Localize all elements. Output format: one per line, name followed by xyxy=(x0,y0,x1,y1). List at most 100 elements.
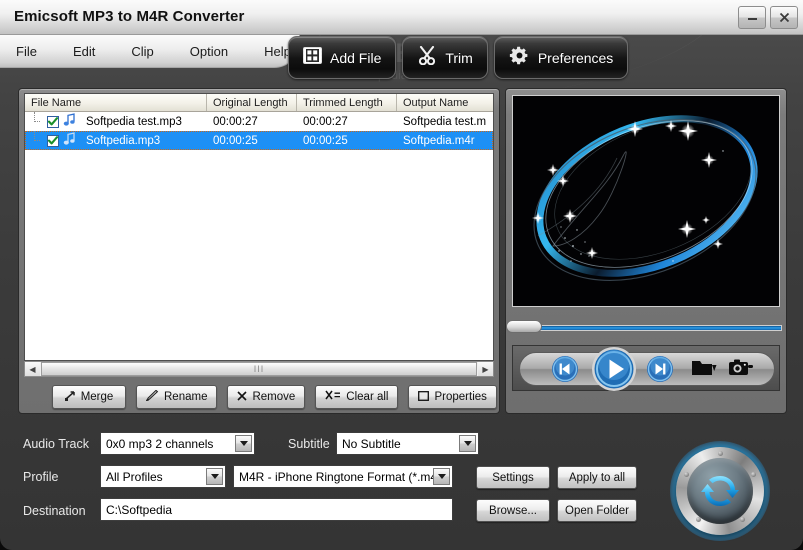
merge-label: Merge xyxy=(80,391,114,403)
previous-button[interactable] xyxy=(551,355,579,388)
subtitle-select[interactable]: No Subtitle xyxy=(336,432,479,455)
settings-button[interactable]: Settings xyxy=(476,466,550,489)
subtitle-value: No Subtitle xyxy=(342,436,401,451)
scroll-right-arrow-icon[interactable]: ▶ xyxy=(478,362,493,376)
preview-artwork xyxy=(513,96,779,306)
merge-icon xyxy=(64,390,76,404)
table-row[interactable]: Softpedia.mp3 00:00:25 00:00:25 Softpedi… xyxy=(25,131,493,150)
check-icon xyxy=(48,117,58,126)
screw-icon xyxy=(740,517,745,522)
subtitle-label: Subtitle xyxy=(288,437,330,451)
application-window: Emicsoft MP3 to M4R Converter File Edit … xyxy=(0,0,803,550)
scroll-left-arrow-icon[interactable]: ◀ xyxy=(25,362,40,376)
tree-connector-icon xyxy=(27,112,43,131)
merge-button[interactable]: Merge xyxy=(52,385,126,409)
horizontal-scrollbar[interactable]: ◀ III ▶ xyxy=(24,361,494,377)
menu-item-file[interactable]: File xyxy=(8,35,45,68)
audio-track-select[interactable]: 0x0 mp3 2 channels xyxy=(100,432,255,455)
video-preview-screen[interactable] xyxy=(512,95,780,307)
open-folder-settings-button[interactable]: Open Folder xyxy=(557,499,637,522)
column-header-output-name[interactable]: Output Name xyxy=(397,94,493,111)
clear-all-label: Clear all xyxy=(346,391,389,403)
row-checkbox[interactable] xyxy=(47,134,59,147)
browse-button[interactable]: Browse... xyxy=(476,499,550,522)
next-button[interactable] xyxy=(646,355,674,388)
window-title: Emicsoft MP3 to M4R Converter xyxy=(14,8,245,25)
close-icon xyxy=(779,12,789,23)
row-trimmed-length: 00:00:25 xyxy=(303,134,348,147)
pencil-icon xyxy=(145,389,159,404)
destination-input[interactable]: C:\Softpedia xyxy=(100,498,453,521)
film-strip-icon xyxy=(303,46,322,69)
row-trimmed-length: 00:00:27 xyxy=(303,115,348,128)
menu-item-edit[interactable]: Edit xyxy=(65,35,103,68)
audio-track-label: Audio Track xyxy=(23,437,90,451)
x-icon xyxy=(237,390,248,404)
profile-category-select[interactable]: All Profiles xyxy=(100,465,226,488)
column-header-trimmed-length[interactable]: Trimmed Length xyxy=(297,94,397,111)
profile-category-value: All Profiles xyxy=(106,469,163,484)
minimize-icon xyxy=(747,18,757,20)
preview-panel xyxy=(505,88,787,414)
snapshot-button[interactable] xyxy=(728,358,754,383)
chevron-down-icon[interactable] xyxy=(235,435,252,452)
scissors-icon xyxy=(417,45,437,70)
file-list-header: File Name Original Length Trimmed Length… xyxy=(25,94,493,112)
file-list[interactable]: File Name Original Length Trimmed Length… xyxy=(24,93,494,361)
play-icon xyxy=(592,347,636,391)
audio-track-value: 0x0 mp3 2 channels xyxy=(106,436,214,451)
row-checkbox[interactable] xyxy=(47,115,59,128)
chevron-down-icon[interactable] xyxy=(433,468,450,485)
previous-icon xyxy=(552,356,578,382)
seek-track[interactable] xyxy=(512,325,782,331)
chevron-down-icon[interactable] xyxy=(459,435,476,452)
column-header-file-name[interactable]: File Name xyxy=(25,94,207,111)
table-row[interactable]: Softpedia test.mp3 00:00:27 00:00:27 Sof… xyxy=(25,112,493,131)
remove-label: Remove xyxy=(252,391,296,403)
row-original-length: 00:00:25 xyxy=(213,134,258,147)
row-output-name: Softpedia test.m xyxy=(403,115,487,128)
trim-button[interactable]: Trim xyxy=(402,36,488,79)
scrollbar-thumb[interactable]: III xyxy=(41,362,477,376)
row-original-length: 00:00:27 xyxy=(213,115,258,128)
chevron-down-icon[interactable] xyxy=(206,468,223,485)
gear-icon xyxy=(509,45,530,71)
row-file-name: Softpedia.mp3 xyxy=(86,134,161,147)
camera-icon xyxy=(729,359,753,375)
profile-format-select[interactable]: M4R - iPhone Ringtone Format (*.m4r) xyxy=(233,465,453,488)
remove-button[interactable]: Remove xyxy=(227,385,306,409)
rename-button[interactable]: Rename xyxy=(136,385,218,409)
scrollbar-grip: III xyxy=(253,364,265,374)
tree-connector-icon xyxy=(27,131,43,150)
minimize-button[interactable] xyxy=(738,6,766,29)
play-button[interactable] xyxy=(591,346,637,397)
trim-label: Trim xyxy=(445,49,473,66)
apply-to-all-button[interactable]: Apply to all xyxy=(557,466,637,489)
destination-label: Destination xyxy=(23,504,86,518)
add-file-button[interactable]: Add File xyxy=(288,36,397,79)
convert-refresh-icon xyxy=(701,476,739,506)
main-toolbar: Add File Trim Preferences xyxy=(288,36,629,79)
column-header-original-length[interactable]: Original Length xyxy=(207,94,297,111)
title-bar: Emicsoft MP3 to M4R Converter xyxy=(0,0,803,35)
seek-thumb[interactable] xyxy=(506,320,542,333)
menu-item-option[interactable]: Option xyxy=(182,35,236,68)
file-list-panel: File Name Original Length Trimmed Length… xyxy=(18,88,500,414)
preferences-button[interactable]: Preferences xyxy=(493,36,629,79)
clear-all-button[interactable]: Clear all xyxy=(315,385,399,409)
close-button[interactable] xyxy=(770,6,798,29)
preferences-label: Preferences xyxy=(537,49,614,66)
seek-bar[interactable] xyxy=(506,317,786,335)
add-file-label: Add File xyxy=(330,49,382,66)
window-controls xyxy=(738,6,798,29)
properties-button[interactable]: Properties xyxy=(408,385,497,409)
properties-label: Properties xyxy=(434,391,487,403)
convert-button[interactable] xyxy=(670,441,770,541)
music-note-icon xyxy=(63,113,76,130)
open-folder-button[interactable] xyxy=(691,358,717,383)
clear-all-icon xyxy=(325,390,341,404)
properties-icon xyxy=(418,390,430,404)
menu-item-clip[interactable]: Clip xyxy=(123,35,161,68)
music-note-icon xyxy=(63,132,76,149)
screw-icon xyxy=(751,472,756,477)
